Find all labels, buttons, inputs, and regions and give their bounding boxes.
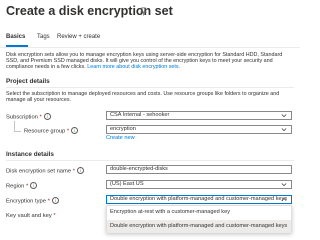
- subscription-label: Subscription * i: [6, 113, 51, 120]
- subscription-value: CSA Internal - sehooker: [110, 112, 170, 118]
- section-divider: [6, 160, 294, 161]
- required-marker: *: [72, 168, 75, 175]
- region-label: Region * i: [6, 182, 38, 190]
- tab-review-create[interactable]: Review + create: [57, 34, 100, 40]
- encryption-type-select[interactable]: Double encryption with platform-managed …: [106, 195, 292, 204]
- disk-encryption-set-name-input[interactable]: double-encrypted-disks: [106, 165, 292, 174]
- disk-encryption-set-name-label: Disk encryption set name * i: [6, 167, 84, 174]
- name-value: double-encrypted-disks: [110, 166, 168, 172]
- dropdown-option[interactable]: Encryption at-rest with a customer-manag…: [107, 206, 291, 219]
- subscription-label-text: Subscription: [6, 114, 38, 121]
- resource-group-value: encryption: [110, 126, 136, 132]
- required-marker: *: [53, 213, 56, 219]
- key-vault-label: Key vault and key *: [6, 213, 56, 219]
- resource-group-label: Resource group * i: [24, 127, 79, 135]
- resource-group-label-text: Resource group: [24, 128, 66, 135]
- dropdown-option-selected[interactable]: Double encryption with platform-managed …: [107, 220, 291, 233]
- info-icon[interactable]: i: [43, 113, 51, 120]
- info-icon[interactable]: i: [71, 127, 79, 134]
- subscription-select[interactable]: CSA Internal - sehooker: [106, 111, 292, 120]
- section-divider: [6, 87, 294, 88]
- instance-details-heading: Instance details: [6, 151, 54, 158]
- name-label-text: Disk encryption set name: [6, 168, 72, 175]
- info-icon[interactable]: i: [30, 182, 38, 189]
- resource-group-select[interactable]: encryption: [106, 125, 292, 134]
- info-icon[interactable]: i: [76, 167, 84, 174]
- learn-more-link[interactable]: Learn more about disk encryption sets.: [87, 64, 180, 70]
- key-vault-label-text: Key vault and key: [6, 213, 52, 219]
- page-description: Disk encryption sets allow you to manage…: [6, 52, 292, 71]
- required-marker: *: [26, 183, 29, 190]
- encryption-type-label-text: Encryption type: [6, 198, 46, 205]
- encryption-type-value: Double encryption with platform-managed …: [110, 196, 288, 202]
- pin-icon[interactable]: [139, 7, 148, 16]
- chevron-down-icon: [281, 114, 287, 118]
- chevron-up-icon: [281, 198, 287, 201]
- required-marker: *: [47, 198, 50, 205]
- create-new-link[interactable]: Create new: [106, 135, 135, 141]
- project-details-description: Select the subscription to manage deploy…: [6, 91, 280, 104]
- tabs-divider: [0, 47, 300, 48]
- chevron-down-icon: [281, 128, 287, 132]
- chevron-down-icon: [281, 183, 287, 187]
- tab-basics[interactable]: Basics: [6, 34, 25, 40]
- tab-bar: Basics Tags Review + create: [6, 34, 126, 47]
- tree-connector: [14, 121, 21, 132]
- tab-tags[interactable]: Tags: [37, 34, 50, 40]
- info-icon[interactable]: i: [51, 197, 59, 204]
- region-value: (US) East US: [110, 181, 144, 187]
- region-select[interactable]: (US) East US: [106, 180, 292, 189]
- encryption-type-dropdown: Encryption at-rest with a customer-manag…: [106, 205, 292, 233]
- project-details-heading: Project details: [6, 78, 50, 85]
- encryption-type-label: Encryption type * i: [6, 197, 59, 204]
- required-marker: *: [66, 128, 70, 135]
- required-marker: *: [39, 114, 42, 121]
- region-label-text: Region: [6, 183, 25, 190]
